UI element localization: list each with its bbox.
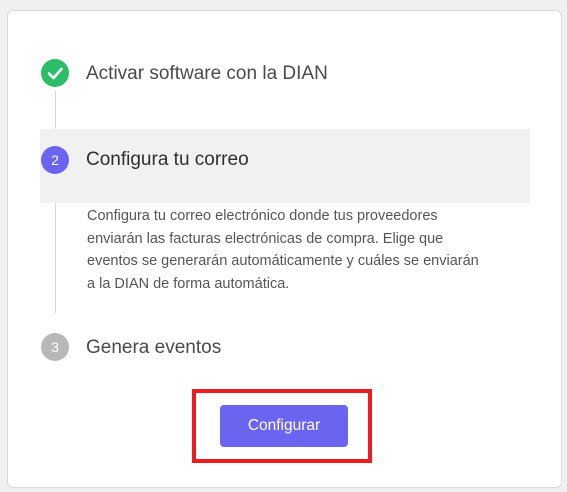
step-activar-software[interactable]: Activar software con la DIAN — [40, 57, 530, 93]
stepper-connector-2 — [55, 203, 56, 313]
step-description: Configura tu correo electrónico donde tu… — [87, 208, 479, 292]
step-title: Configura tu correo — [86, 149, 249, 170]
step-number-badge: 3 — [41, 333, 69, 361]
step-title: Genera eventos — [86, 337, 222, 358]
step-configura-correo[interactable]: 2 Configura tu correo — [40, 129, 530, 203]
stepper-card: Activar software con la DIAN 2 Configura… — [7, 10, 562, 488]
stepper-connector-1 — [55, 91, 56, 129]
check-icon — [41, 59, 69, 87]
step-genera-eventos[interactable]: 3 Genera eventos — [40, 331, 530, 367]
step-title: Activar software con la DIAN — [86, 63, 328, 84]
step-number-badge: 2 — [41, 146, 69, 174]
configurar-button[interactable]: Configurar — [220, 405, 348, 447]
